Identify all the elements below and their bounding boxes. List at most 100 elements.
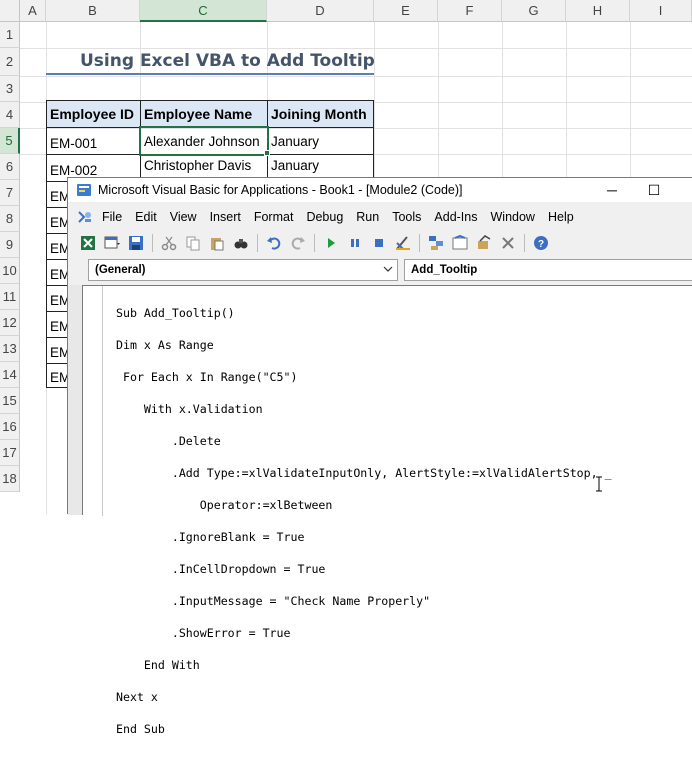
row-header-6[interactable]: 6 — [0, 154, 20, 180]
properties-window-icon[interactable] — [452, 235, 468, 251]
row-header-1[interactable]: 1 — [0, 22, 20, 48]
undo-icon[interactable] — [266, 235, 282, 251]
insert-userform-icon[interactable] — [104, 235, 120, 251]
header-employee-name[interactable]: Employee Name — [140, 100, 268, 128]
row-header-13[interactable]: 13 — [0, 336, 20, 362]
gridline — [20, 76, 692, 77]
cell-b14-partial[interactable]: EM — [46, 363, 68, 388]
text-cursor-icon — [596, 476, 602, 492]
vbe-titlebar[interactable]: Microsoft Visual Basic for Applications … — [68, 178, 692, 202]
break-icon[interactable] — [347, 235, 363, 251]
redo-icon[interactable] — [290, 235, 306, 251]
menu-insert[interactable]: Insert — [210, 210, 241, 224]
cell-b13-partial[interactable]: EM — [46, 337, 68, 364]
menu-debug[interactable]: Debug — [306, 210, 343, 224]
title-underline — [46, 73, 374, 75]
cell-b5[interactable]: EM-001 — [46, 127, 141, 155]
code-line: .InCellDropdown = True — [116, 562, 326, 576]
view-excel-icon[interactable] — [80, 235, 96, 251]
menu-window[interactable]: Window — [491, 210, 535, 224]
vbe-toolbar: ? — [68, 231, 692, 255]
run-icon[interactable] — [323, 235, 339, 251]
col-header-i[interactable]: I — [630, 0, 692, 22]
menu-edit[interactable]: Edit — [135, 210, 157, 224]
fill-handle[interactable] — [264, 150, 270, 156]
header-employee-id[interactable]: Employee ID — [46, 100, 141, 128]
copy-icon[interactable] — [185, 235, 201, 251]
header-joining-month[interactable]: Joining Month — [267, 100, 374, 128]
cell-b12-partial[interactable]: EM — [46, 311, 68, 338]
project-explorer-icon[interactable] — [428, 235, 444, 251]
cut-icon[interactable] — [161, 235, 177, 251]
toolbox-icon[interactable] — [500, 235, 516, 251]
row-header-12[interactable]: 12 — [0, 310, 20, 336]
vba-app-icon — [77, 184, 91, 196]
menu-file[interactable]: File — [102, 210, 122, 224]
code-line: End Sub — [116, 722, 165, 736]
col-header-f[interactable]: F — [438, 0, 502, 22]
row-header-9[interactable]: 9 — [0, 232, 20, 258]
col-header-d[interactable]: D — [267, 0, 374, 22]
row-header-16[interactable]: 16 — [0, 414, 20, 440]
col-header-b[interactable]: B — [46, 0, 140, 22]
module-menu-icon[interactable] — [76, 209, 94, 225]
row-header-2[interactable]: 2 — [0, 48, 20, 76]
code-line: .InputMessage = "Check Name Properly" — [116, 594, 431, 608]
procedure-combo[interactable]: Add_Tooltip — [404, 259, 692, 281]
col-header-h[interactable]: H — [566, 0, 630, 22]
cell-b8-partial[interactable]: EM — [46, 207, 68, 234]
reset-icon[interactable] — [371, 235, 387, 251]
row-header-4[interactable]: 4 — [0, 102, 20, 128]
menu-help[interactable]: Help — [548, 210, 574, 224]
save-icon[interactable] — [128, 235, 144, 251]
col-header-a[interactable]: A — [20, 0, 46, 22]
code-line: Next x — [116, 690, 158, 704]
row-header-18[interactable]: 18 — [0, 466, 20, 492]
help-icon[interactable]: ? — [533, 235, 549, 251]
menu-tools[interactable]: Tools — [392, 210, 421, 224]
code-margin[interactable] — [83, 286, 103, 516]
project-pane-edge[interactable] — [68, 285, 82, 515]
cell-d5[interactable]: January — [267, 127, 374, 155]
minimize-button[interactable]: ─ — [597, 180, 627, 200]
design-mode-icon[interactable] — [395, 235, 411, 251]
toolbar-separator — [419, 234, 420, 252]
maximize-button[interactable]: ☐ — [639, 180, 669, 200]
cell-b11-partial[interactable]: EM — [46, 285, 68, 312]
select-all-corner[interactable] — [0, 0, 20, 22]
cell-c5[interactable]: Alexander Johnson — [139, 126, 269, 156]
code-window[interactable]: Sub Add_Tooltip() Dim x As Range For Eac… — [82, 285, 692, 736]
menu-format[interactable]: Format — [254, 210, 294, 224]
menu-add-ins[interactable]: Add-Ins — [434, 210, 477, 224]
row-header-17[interactable]: 17 — [0, 440, 20, 466]
code-line: Dim x As Range — [116, 338, 214, 352]
chevron-down-icon — [383, 266, 393, 272]
row-header-14[interactable]: 14 — [0, 362, 20, 388]
row-header-15[interactable]: 15 — [0, 388, 20, 414]
col-header-c[interactable]: C — [140, 0, 267, 22]
row-header-11[interactable]: 11 — [0, 284, 20, 310]
menu-run[interactable]: Run — [356, 210, 379, 224]
col-header-g[interactable]: G — [502, 0, 566, 22]
object-combo[interactable]: (General) — [88, 259, 398, 281]
object-browser-icon[interactable] — [476, 235, 492, 251]
cell-b7-partial[interactable]: EM — [46, 181, 68, 208]
row-header-10[interactable]: 10 — [0, 258, 20, 284]
row-header-5[interactable]: 5 — [0, 128, 20, 154]
cell-b10-partial[interactable]: EM — [46, 259, 68, 286]
find-icon[interactable] — [233, 235, 249, 251]
cell-b9-partial[interactable]: EM — [46, 233, 68, 260]
col-header-e[interactable]: E — [374, 0, 438, 22]
menu-view[interactable]: View — [170, 210, 197, 224]
row-header-8[interactable]: 8 — [0, 206, 20, 232]
code-line: For Each x In Range("C5") — [116, 370, 298, 384]
row-header-3[interactable]: 3 — [0, 76, 20, 102]
code-editor[interactable]: Sub Add_Tooltip() Dim x As Range For Eac… — [116, 289, 612, 769]
vbe-menubar: File Edit View Insert Format Debug Run T… — [68, 206, 692, 228]
code-line: Sub Add_Tooltip() — [116, 306, 235, 320]
svg-text:?: ? — [538, 239, 544, 250]
paste-icon[interactable] — [209, 235, 225, 251]
code-line: End With — [116, 658, 200, 672]
sheet-title: Using Excel VBA to Add Tooltip — [80, 51, 375, 71]
row-header-7[interactable]: 7 — [0, 180, 20, 206]
